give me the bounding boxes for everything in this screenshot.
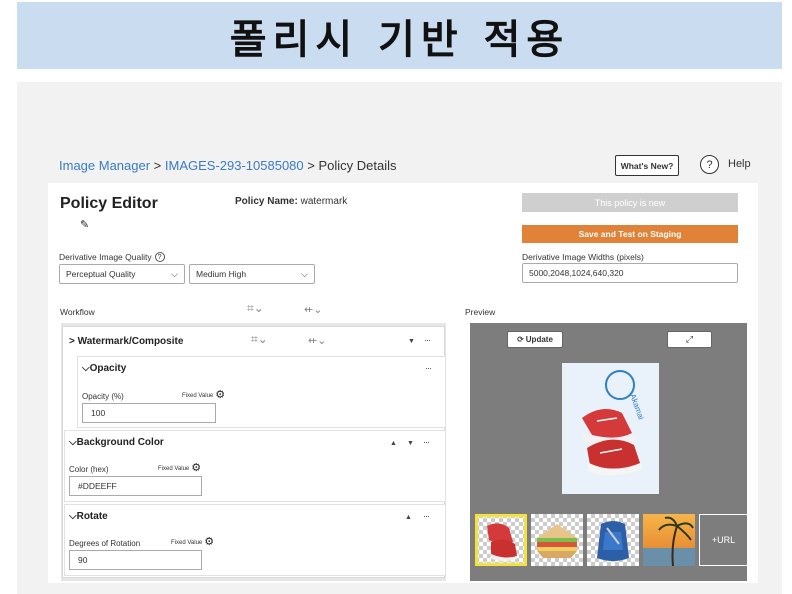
beach-thumbnail-icon	[643, 514, 695, 566]
update-label: Update	[525, 335, 553, 344]
step-header[interactable]: > Watermark/Composite	[69, 336, 183, 347]
rotate-header[interactable]: ⌵Rotate	[69, 511, 108, 522]
opacity-header[interactable]: ⌵Opacity	[82, 363, 126, 374]
sneakers-thumbnail-icon	[487, 523, 517, 562]
opacity-title: Opacity	[89, 363, 127, 374]
background-color-header[interactable]: ⌵Background Color	[69, 437, 164, 448]
preview-image: Akamai	[562, 363, 659, 494]
add-url-button[interactable]: +URL	[699, 514, 748, 566]
rotation-field-label: Degrees of Rotation	[69, 539, 141, 548]
quality-type-select[interactable]: Perceptual Quality ⌵	[59, 264, 185, 284]
opacity-input[interactable]: 100	[82, 403, 216, 423]
watermark-composite-step: > Watermark/Composite ⌗⌄ ⇷⌄ ▼ ··· ⌵Opaci…	[62, 326, 446, 578]
background-color-section: ⌵Background Color ▲ ▼ ··· Color (hex) Fi…	[64, 430, 446, 502]
breadcrumb-policy-details: Policy Details	[318, 158, 397, 173]
background-color-title: Background Color	[76, 437, 164, 448]
chevron-down-icon: ⌵	[69, 437, 77, 448]
workflow-label: Workflow	[60, 307, 95, 317]
breadcrumb-image-manager[interactable]: Image Manager	[59, 158, 150, 173]
policy-editor-panel: Policy Editor ✎ Policy Name: watermark T…	[48, 183, 758, 583]
rotation-mode[interactable]: Fixed Value ⚙	[171, 537, 214, 548]
triangle-up-icon[interactable]: ▲	[390, 440, 397, 447]
more-options-icon[interactable]: ···	[423, 511, 430, 521]
more-options-icon[interactable]: ···	[423, 437, 430, 447]
more-options-icon[interactable]: ···	[424, 335, 431, 345]
chevron-down-icon: ⌵	[69, 511, 77, 522]
breadcrumb-separator: >	[303, 158, 319, 173]
policy-status-button: This policy is new	[522, 193, 738, 212]
sneakers-image: Akamai	[562, 363, 659, 494]
policy-name-value: watermark	[300, 196, 348, 207]
breadcrumb-images-id[interactable]: IMAGES-293-10585080	[165, 158, 304, 173]
thumbnail-sneakers[interactable]	[475, 514, 527, 566]
gear-icon[interactable]: ⚙	[215, 390, 225, 401]
triangle-down-icon[interactable]: ▼	[407, 440, 414, 447]
triangle-down-icon[interactable]: ▼	[408, 338, 415, 345]
sandwich-thumbnail-icon	[537, 524, 577, 558]
color-mode-label: Fixed Value	[158, 465, 190, 472]
branch-arrows-icon[interactable]: ⇷⌄	[304, 303, 322, 316]
help-link[interactable]: Help	[728, 158, 751, 170]
help-icon[interactable]: ?	[700, 155, 719, 174]
opacity-section: ⌵Opacity ··· Opacity (%) Fixed Value ⚙ 10…	[77, 356, 446, 428]
rotation-input[interactable]: 90	[69, 550, 202, 570]
quality-level-select[interactable]: Medium High ⌵	[189, 264, 315, 284]
page-title: Policy Editor	[60, 195, 158, 212]
chevron-down-icon: ⌵	[301, 268, 308, 279]
thumbnail-sandwich[interactable]	[531, 514, 583, 566]
chevron-right-icon: >	[69, 336, 78, 347]
quality-help-icon[interactable]: ?	[154, 252, 165, 262]
breadcrumb-separator: >	[150, 158, 165, 173]
opacity-mode[interactable]: Fixed Value ⚙	[182, 390, 225, 401]
banner-title: 폴리시 기반 적용	[229, 16, 570, 63]
color-field-label: Color (hex)	[69, 465, 109, 474]
chevron-down-icon: ⌵	[171, 268, 178, 279]
top-bar: Image Manager > IMAGES-293-10585080 > Po…	[57, 155, 760, 181]
more-options-icon[interactable]: ···	[425, 363, 432, 373]
backpack-thumbnail-icon	[597, 521, 629, 561]
widths-label: Derivative Image Widths (pixels)	[522, 252, 644, 262]
branch-arrows-icon[interactable]: ⇷⌄	[308, 334, 326, 347]
quality-label: Derivative Image Quality ?	[59, 252, 165, 262]
workflow-area: > Watermark/Composite ⌗⌄ ⇷⌄ ▼ ··· ⌵Opaci…	[61, 323, 446, 581]
rotate-section: ⌵Rotate ▲ ··· Degrees of Rotation Fixed …	[64, 504, 446, 576]
quality-level-value: Medium High	[196, 269, 247, 279]
chevron-down-icon: ⌵	[82, 363, 90, 374]
expand-icon[interactable]: ⤢	[667, 331, 712, 348]
quality-label-text: Derivative Image Quality	[59, 252, 152, 262]
quality-type-value: Perceptual Quality	[66, 269, 136, 279]
rotate-title: Rotate	[76, 511, 108, 522]
opacity-mode-label: Fixed Value	[182, 392, 214, 399]
thumbnail-backpack[interactable]	[587, 514, 639, 566]
preview-area: ⟳ Update ⤢ Akamai +URL	[470, 323, 748, 581]
gear-icon[interactable]: ⚙	[204, 537, 214, 548]
preview-label: Preview	[465, 307, 496, 317]
widths-input[interactable]: 5000,2048,1024,640,320	[522, 263, 738, 283]
policy-name: Policy Name: watermark	[235, 196, 347, 207]
crop-icon[interactable]: ⌗⌄	[251, 332, 268, 347]
policy-name-label: Policy Name:	[235, 196, 298, 207]
rotation-mode-label: Fixed Value	[171, 539, 203, 546]
crop-icon[interactable]: ⌗⌄	[247, 301, 264, 316]
breadcrumb: Image Manager > IMAGES-293-10585080 > Po…	[59, 158, 397, 173]
edit-pencil-icon[interactable]: ✎	[80, 218, 89, 231]
color-input[interactable]: #DDEEFF	[69, 476, 202, 496]
color-mode[interactable]: Fixed Value ⚙	[158, 463, 201, 474]
thumbnail-beach[interactable]	[643, 514, 695, 566]
opacity-field-label: Opacity (%)	[82, 392, 124, 401]
update-button[interactable]: ⟳ Update	[507, 331, 563, 348]
step-title: Watermark/Composite	[77, 336, 184, 347]
title-banner: 폴리시 기반 적용	[17, 2, 782, 69]
gear-icon[interactable]: ⚙	[191, 463, 201, 474]
refresh-icon: ⟳	[517, 335, 524, 344]
whats-new-button[interactable]: What's New?	[615, 155, 679, 176]
triangle-up-icon[interactable]: ▲	[405, 514, 412, 521]
save-and-test-button[interactable]: Save and Test on Staging	[522, 225, 738, 243]
